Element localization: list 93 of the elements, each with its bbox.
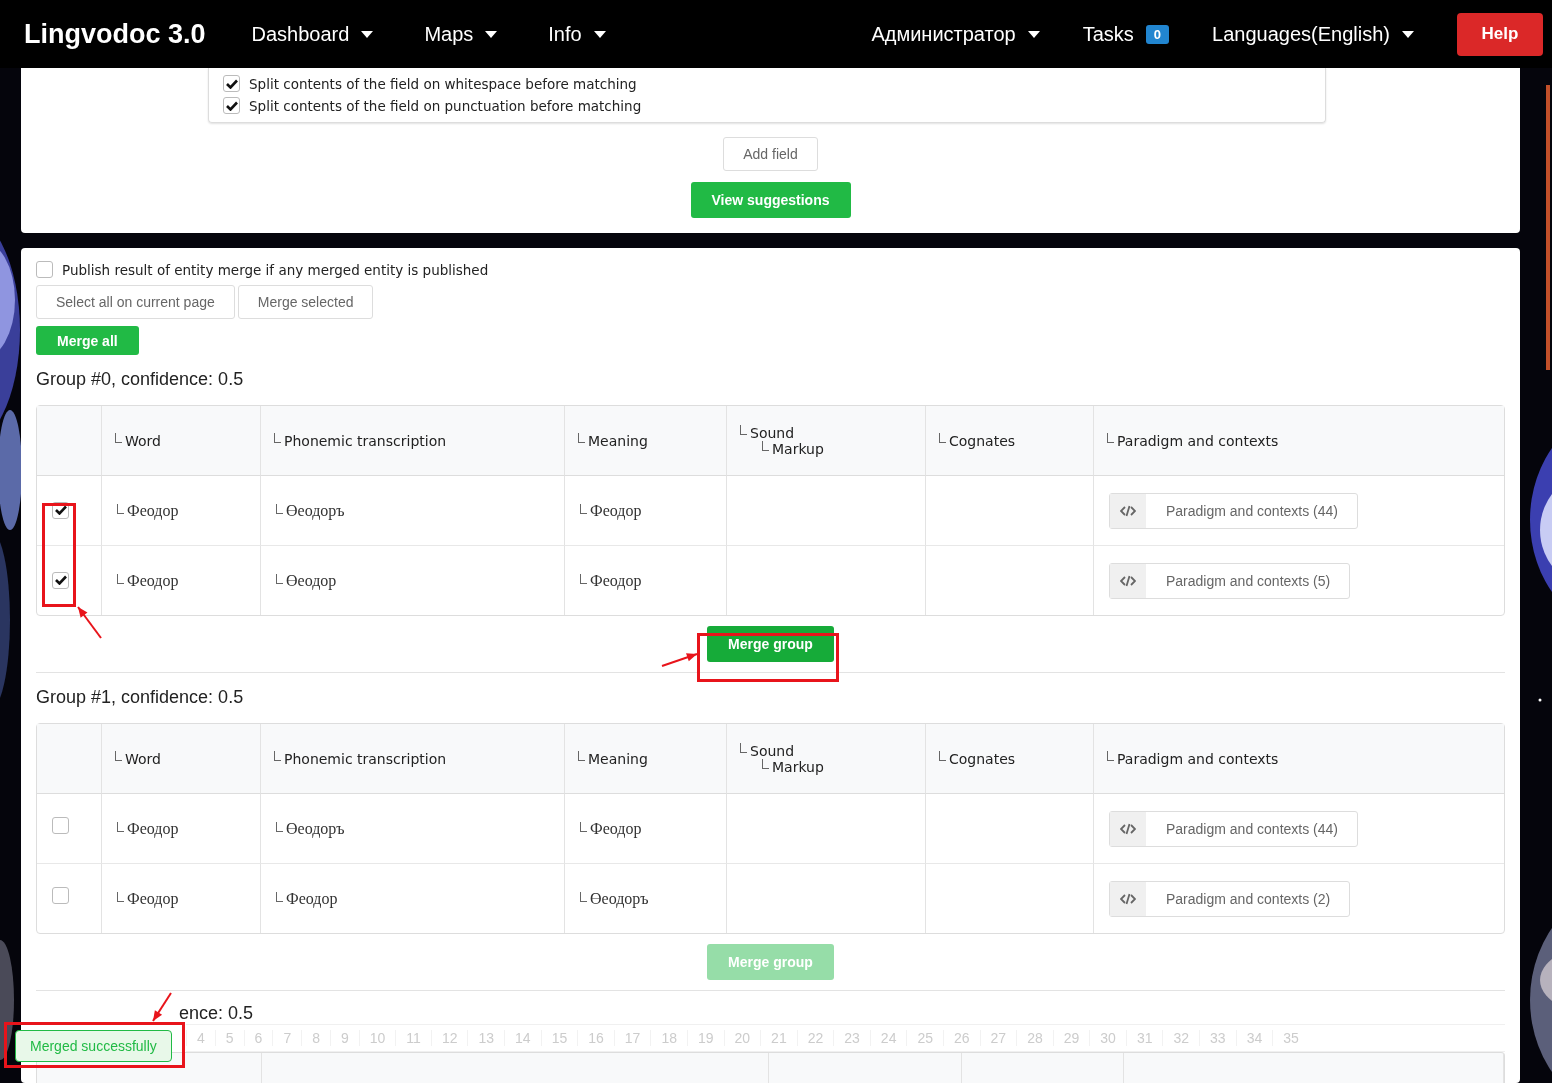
- tree-corner-icon: [580, 503, 587, 514]
- tree-corner-icon: [117, 573, 124, 584]
- tree-corner-icon: [762, 758, 769, 769]
- menu-item[interactable]: Languages(English): [1212, 22, 1433, 46]
- caret-icon: [593, 30, 606, 38]
- column-header: Cognates: [949, 432, 1016, 449]
- app-logo[interactable]: Lingvodoc 3.0: [24, 18, 206, 50]
- checkbox[interactable]: [52, 886, 69, 904]
- column-header: Sound: [750, 742, 795, 759]
- caret-icon: [1402, 30, 1414, 38]
- menu-item[interactable]: Maps: [424, 22, 517, 46]
- tree-corner-icon: [939, 750, 946, 761]
- cell-value: Феодор: [590, 571, 642, 590]
- checkbox[interactable]: [52, 816, 69, 834]
- paradigm-button[interactable]: Paradigm and contexts (44): [1109, 810, 1358, 847]
- cell-value: Феодор: [127, 889, 179, 908]
- tree-corner-icon: [274, 750, 281, 761]
- cell-value: Өеодоръ: [286, 819, 345, 838]
- column-header: Meaning: [588, 750, 648, 767]
- help-button[interactable]: Help: [1457, 12, 1543, 56]
- column-header: Cognates: [949, 750, 1016, 767]
- tree-corner-icon: [276, 821, 283, 832]
- annotation-arrow: [77, 606, 102, 639]
- checkbox[interactable]: [36, 261, 53, 278]
- annotation-arrow: [661, 653, 698, 667]
- tree-corner-icon: [115, 432, 122, 443]
- cell-value: Феодор: [127, 501, 179, 520]
- paradigm-button[interactable]: Paradigm and contexts (44): [1109, 492, 1358, 529]
- tree-corner-icon: [274, 432, 281, 443]
- tree-corner-icon: [580, 821, 587, 832]
- tree-corner-icon: [580, 573, 587, 584]
- group-title: ence: 0.5: [179, 1003, 254, 1024]
- tree-corner-icon: [762, 440, 769, 451]
- tree-corner-icon: [578, 750, 585, 761]
- code-icon: [1120, 504, 1136, 517]
- cell-value: Өеодоръ: [286, 501, 345, 520]
- code-icon: [1120, 822, 1136, 835]
- menu-item[interactable]: Info: [548, 22, 625, 46]
- group-title: Group #0, confidence: 0.5: [36, 369, 245, 390]
- tree-corner-icon: [115, 750, 122, 761]
- menu-item[interactable]: Dashboard: [251, 22, 393, 46]
- tree-corner-icon: [578, 432, 585, 443]
- option-label: Split contents of the field on punctuation before matching: [249, 97, 642, 114]
- group-title: Group #1, confidence: 0.5: [36, 687, 245, 708]
- tree-corner-icon: [740, 742, 747, 753]
- toast-message: Merged successfully: [15, 1030, 172, 1062]
- cell-value: Феодор: [590, 501, 642, 520]
- tree-corner-icon: [276, 573, 283, 584]
- tree-corner-icon: [276, 503, 283, 514]
- tree-corner-icon: [939, 432, 946, 443]
- cell-value: Феодор: [127, 571, 179, 590]
- column-header: Phonemic transcription: [284, 750, 447, 767]
- code-icon: [1120, 574, 1136, 587]
- caret-icon: [485, 30, 498, 38]
- column-header: Meaning: [588, 432, 648, 449]
- caret-icon: [1027, 30, 1040, 38]
- tree-corner-icon: [1107, 432, 1114, 443]
- column-header: Markup: [772, 758, 824, 775]
- cell-value: Феодор: [590, 819, 642, 838]
- tree-corner-icon: [117, 891, 124, 902]
- option-label: Split contents of the field on whitespace before matching: [249, 75, 637, 92]
- paradigm-button[interactable]: Paradigm and contexts (5): [1109, 562, 1351, 599]
- column-header: Word: [125, 750, 161, 767]
- cell-value: Өеодор: [286, 571, 337, 590]
- select-all-button[interactable]: Select all on current page: [36, 285, 235, 319]
- column-header: Paradigm and contexts: [1117, 432, 1279, 449]
- tree-corner-icon: [117, 821, 124, 832]
- merge-selected-button[interactable]: Merge selected: [237, 285, 374, 319]
- paradigm-button[interactable]: Paradigm and contexts (2): [1109, 880, 1351, 917]
- cell-value: Өеодоръ: [590, 889, 649, 908]
- column-header: Markup: [772, 440, 824, 457]
- menu-item[interactable]: Tasks 0: [1082, 22, 1189, 46]
- checkbox[interactable]: [223, 75, 240, 92]
- cell-value: Феодор: [127, 819, 179, 838]
- caret-icon: [361, 30, 374, 38]
- tree-corner-icon: [1107, 750, 1114, 761]
- checkbox[interactable]: [52, 571, 69, 589]
- tree-corner-icon: [117, 503, 124, 514]
- menu-item[interactable]: Администратор: [871, 22, 1059, 46]
- add-field-button[interactable]: Add field: [723, 137, 818, 171]
- tree-corner-icon: [580, 891, 587, 902]
- cell-value: Феодор: [286, 889, 338, 908]
- tree-corner-icon: [276, 891, 283, 902]
- column-header: Word: [125, 432, 161, 449]
- annotation-arrow: [152, 992, 172, 1022]
- checkbox[interactable]: [223, 97, 240, 114]
- column-header: Sound: [750, 424, 795, 441]
- tree-corner-icon: [740, 424, 747, 435]
- column-header: Phonemic transcription: [284, 432, 447, 449]
- count-badge: 0: [1145, 24, 1170, 44]
- column-header: Paradigm and contexts: [1117, 750, 1279, 767]
- option-label: Publish result of entity merge if any merged entity is published: [62, 261, 489, 278]
- code-icon: [1120, 892, 1136, 905]
